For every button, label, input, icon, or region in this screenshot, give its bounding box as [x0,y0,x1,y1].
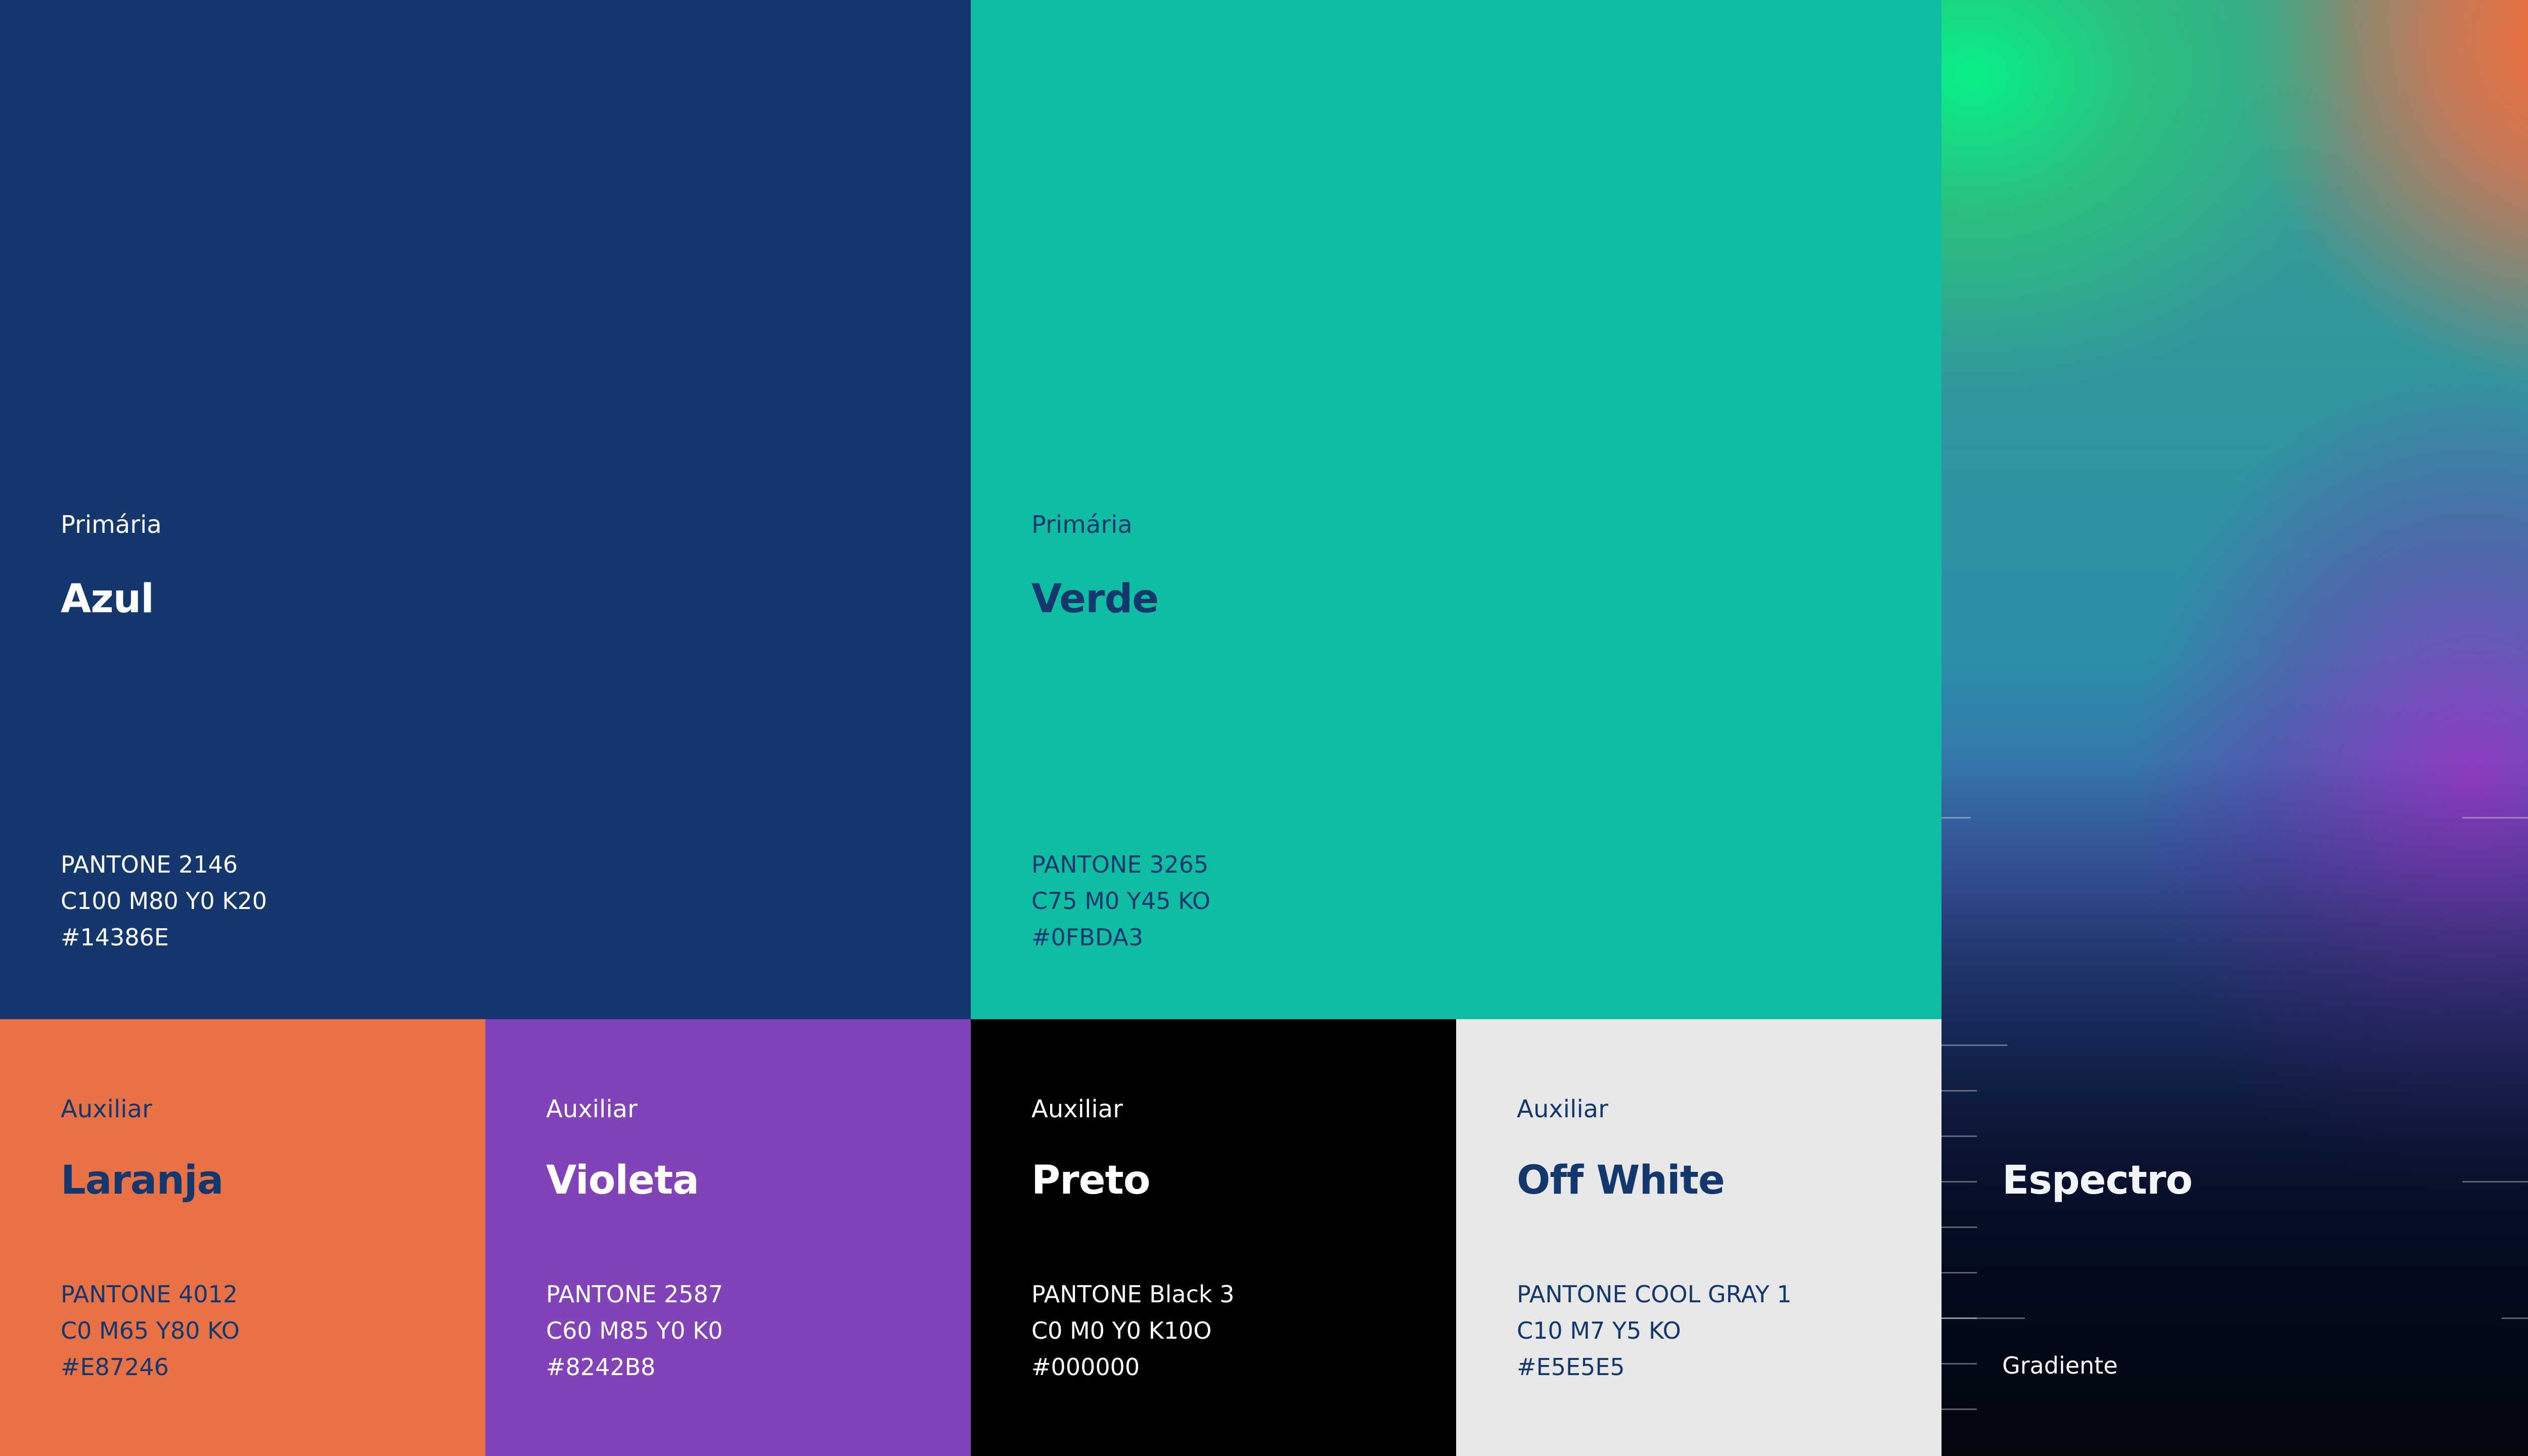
hex-code: #E87246 [61,1353,169,1381]
hex-code: #E5E5E5 [1517,1353,1625,1381]
tick-mark [1942,1226,1977,1228]
tick-mark [1942,1317,2025,1319]
swatch-specs: PANTONE 3265 C75 M0 Y45 KO #0FBDA3 [1031,846,1210,956]
pantone-code: PANTONE 4012 [61,1281,238,1308]
swatch-espectro-gradient: Espectro Gradiente [1942,0,2528,1456]
tick-mark [1942,1044,2007,1046]
swatch-violeta: Auxiliar Violeta PANTONE 2587 C60 M85 Y0… [485,1019,971,1456]
hex-code: #0FBDA3 [1031,924,1144,951]
tick-mark [1942,1272,1977,1273]
swatch-tier-label: Auxiliar [1031,1095,1123,1123]
swatch-caption: Gradiente [2002,1352,2118,1379]
tick-mark [1942,1135,1977,1137]
tick-mark [1942,1363,1977,1364]
hex-code: #8242B8 [546,1353,656,1381]
swatch-verde: Primária Verde PANTONE 3265 C75 M0 Y45 K… [971,0,1942,1019]
swatch-preto: Auxiliar Preto PANTONE Black 3 C0 M0 Y0 … [971,1019,1456,1456]
cmyk-values: C10 M7 Y5 KO [1517,1317,1681,1344]
swatch-off-white: Auxiliar Off White PANTONE COOL GRAY 1 C… [1456,1019,1942,1456]
tick-mark [1942,817,1971,818]
swatch-specs: PANTONE Black 3 C0 M0 Y0 K10O #000000 [1031,1276,1234,1385]
swatch-specs: PANTONE 2146 C100 M80 Y0 K20 #14386E [61,846,267,956]
swatch-tier-label: Primária [1031,511,1133,539]
tick-mark [1942,1090,1977,1091]
tick-mark [2462,817,2528,818]
tick-mark [2502,1317,2528,1319]
swatch-name: Verde [1031,576,1159,622]
swatch-azul: Primária Azul PANTONE 2146 C100 M80 Y0 K… [0,0,971,1019]
swatch-name: Preto [1031,1158,1150,1203]
pantone-code: PANTONE COOL GRAY 1 [1517,1281,1792,1308]
swatch-name: Espectro [2002,1158,2193,1203]
swatch-specs: PANTONE 2587 C60 M85 Y0 K0 #8242B8 [546,1276,723,1385]
cmyk-values: C100 M80 Y0 K20 [61,887,267,915]
hex-code: #000000 [1031,1353,1140,1381]
cmyk-values: C75 M0 Y45 KO [1031,887,1210,915]
swatch-specs: PANTONE 4012 C0 M65 Y80 KO #E87246 [61,1276,240,1385]
tick-mark [1942,1181,1977,1182]
swatch-tier-label: Auxiliar [546,1095,638,1123]
swatch-laranja: Auxiliar Laranja PANTONE 4012 C0 M65 Y80… [0,1019,485,1456]
pantone-code: PANTONE 3265 [1031,851,1209,878]
cmyk-values: C0 M65 Y80 KO [61,1317,240,1344]
swatch-tier-label: Auxiliar [1517,1095,1608,1123]
tick-mark [1942,1408,1977,1410]
swatch-name: Laranja [61,1158,223,1203]
tick-mark [2462,1181,2528,1182]
cmyk-values: C0 M0 Y0 K10O [1031,1317,1212,1344]
swatch-name: Off White [1517,1158,1725,1203]
pantone-code: PANTONE 2587 [546,1281,724,1308]
swatch-name: Azul [61,576,154,622]
swatch-specs: PANTONE COOL GRAY 1 C10 M7 Y5 KO #E5E5E5 [1517,1276,1792,1385]
cmyk-values: C60 M85 Y0 K0 [546,1317,723,1344]
swatch-tier-label: Auxiliar [61,1095,152,1123]
pantone-code: PANTONE 2146 [61,851,238,878]
pantone-code: PANTONE Black 3 [1031,1281,1235,1308]
hex-code: #14386E [61,924,169,951]
swatch-tier-label: Primária [61,511,162,539]
swatch-name: Violeta [546,1158,699,1203]
